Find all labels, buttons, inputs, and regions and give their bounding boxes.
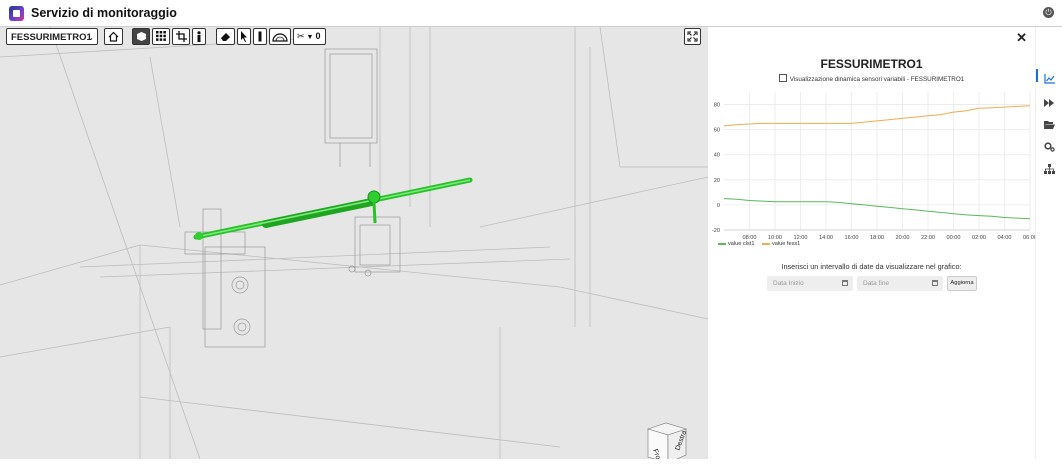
section-icon (258, 31, 262, 42)
start-date-placeholder: Data Inizio (773, 280, 804, 287)
sensor-icon (778, 74, 787, 82)
forward-icon[interactable] (1044, 95, 1055, 107)
eraser-button[interactable] (216, 28, 235, 45)
scissors-icon: ✂ (297, 31, 305, 41)
cursor-icon (241, 31, 247, 42)
y-tick-label: 40 (714, 153, 720, 159)
x-tick-label: 20:00 (896, 235, 910, 241)
start-date-field[interactable]: Data Inizio (767, 276, 853, 291)
y-tick-label: 20 (714, 178, 720, 184)
view-cube[interactable]: Fronte Destra (640, 419, 700, 459)
home-button[interactable] (104, 28, 123, 45)
crack-gauge-highlight[interactable] (193, 177, 473, 240)
caret-down-icon: ▼ (306, 34, 314, 41)
power-icon[interactable]: ⏻ (1043, 7, 1054, 18)
active-tab-marker (1036, 69, 1038, 82)
measure-count: 0 (315, 31, 321, 41)
end-date-placeholder: Data fine (863, 280, 890, 287)
calendar-icon (932, 280, 938, 286)
section-button[interactable] (253, 28, 267, 45)
sensor-select[interactable]: FESSURIMETRO1 ⌄ (6, 28, 98, 45)
legend-item-clst1: value clst1 (718, 241, 754, 247)
y-tick-label: 60 (714, 128, 720, 134)
y-tick-label: 80 (714, 103, 720, 109)
person-icon (197, 31, 201, 42)
calendar-icon (842, 280, 848, 286)
sensor-chart[interactable]: -2002040608008:00 10:00 12:00 14:00 16:00 18:… (708, 87, 1035, 247)
folder-open-icon[interactable] (1044, 117, 1055, 129)
y-tick-label: -20 (712, 228, 720, 234)
select-button[interactable] (237, 28, 251, 45)
title-bar: Servizio di monitoraggio ⏻ (0, 0, 1062, 27)
legend-item-fess1: value fess1 (762, 241, 800, 247)
home-icon (108, 31, 119, 42)
legend-label-clst1: value clst1 (728, 241, 755, 247)
x-tick-label: 04:00 (998, 235, 1012, 241)
protractor-icon (272, 33, 288, 42)
app-title: Servizio di monitoraggio (31, 6, 177, 20)
x-tick-label: 16:00 (845, 235, 859, 241)
x-tick-label: 02:00 (972, 235, 986, 241)
app-logo (9, 6, 24, 21)
crop-icon (175, 31, 187, 42)
x-tick-label: 22:00 (921, 235, 935, 241)
x-tick-label: 00:00 (947, 235, 961, 241)
viewer-toolbar: FESSURIMETRO1 ⌄ ✂ ▼ 0 (0, 27, 708, 47)
x-tick-label: 06:00 (1023, 235, 1035, 241)
chart-legend[interactable]: value clst1 value fess1 (718, 241, 806, 247)
cube-icon (136, 32, 146, 41)
grid-button[interactable] (152, 28, 170, 45)
update-button[interactable]: Aggiorna (947, 276, 977, 291)
measure-button[interactable] (269, 28, 291, 45)
cogs-icon[interactable] (1044, 139, 1055, 152)
legend-label-fess1: value fess1 (772, 241, 801, 247)
grid-icon (156, 31, 166, 41)
eraser-icon (221, 33, 230, 41)
3d-viewer[interactable]: Fronte Destra (0, 27, 708, 459)
y-tick-label: 0 (717, 203, 720, 209)
end-date-field[interactable]: Data fine (857, 276, 943, 291)
x-tick-label: 18:00 (870, 235, 884, 241)
bim-scene[interactable] (0, 27, 708, 459)
x-tick-label: 14:00 (819, 235, 833, 241)
sensor-panel: ✕ FESSURIMETRO1 Visualizzazione dinamica… (708, 27, 1035, 459)
measure-tools-dropdown[interactable]: ✂ ▼ 0 (293, 28, 326, 45)
cube-view-button[interactable] (132, 28, 150, 45)
expand-icon (687, 31, 698, 42)
date-range-prompt: Inserisci un intervallo di date da visua… (781, 262, 962, 271)
person-button[interactable] (192, 28, 206, 45)
sitemap-icon[interactable] (1044, 161, 1055, 174)
expand-button[interactable] (684, 28, 701, 45)
chart-line-icon[interactable] (1044, 71, 1055, 84)
sensor-select-value: FESSURIMETRO1 (11, 32, 92, 43)
panel-subtitle-text: Visualizzazione dinamica sensori variabi… (789, 76, 965, 83)
chevron-down-icon: ⌄ (87, 33, 94, 42)
side-rail (1035, 27, 1062, 459)
panel-subtitle: Visualizzazione dinamica sensori variabi… (708, 74, 1035, 83)
crop-button[interactable] (172, 28, 190, 45)
panel-title: FESSURIMETRO1 (820, 57, 923, 71)
close-icon[interactable]: ✕ (1016, 30, 1027, 46)
